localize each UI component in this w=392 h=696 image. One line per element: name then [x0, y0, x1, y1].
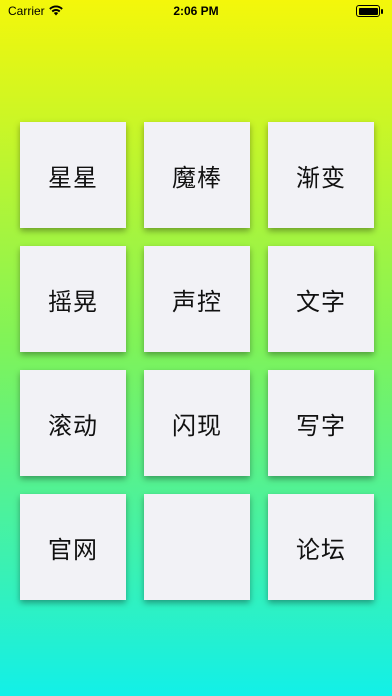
- tile-gradient[interactable]: 渐变: [268, 122, 374, 228]
- battery-icon: [356, 5, 383, 17]
- tile-magic-wand[interactable]: 魔棒: [144, 122, 250, 228]
- status-bar: Carrier 2:06 PM: [0, 0, 392, 24]
- tile-forum[interactable]: 论坛: [268, 494, 374, 600]
- tile-flash[interactable]: 闪现: [144, 370, 250, 476]
- tile-text[interactable]: 文字: [268, 246, 374, 352]
- tile-shake[interactable]: 摇晃: [20, 246, 126, 352]
- status-time: 2:06 PM: [173, 4, 219, 18]
- tile-voice-control[interactable]: 声控: [144, 246, 250, 352]
- tile-stars[interactable]: 星星: [20, 122, 126, 228]
- tile-website[interactable]: 官网: [20, 494, 126, 600]
- tile-write[interactable]: 写字: [268, 370, 374, 476]
- tile-scroll[interactable]: 滚动: [20, 370, 126, 476]
- tile-blank[interactable]: [144, 494, 250, 600]
- feature-grid: 星星 魔棒 渐变 摇晃 声控 文字 滚动 闪现 写字 官网 论坛: [20, 122, 374, 600]
